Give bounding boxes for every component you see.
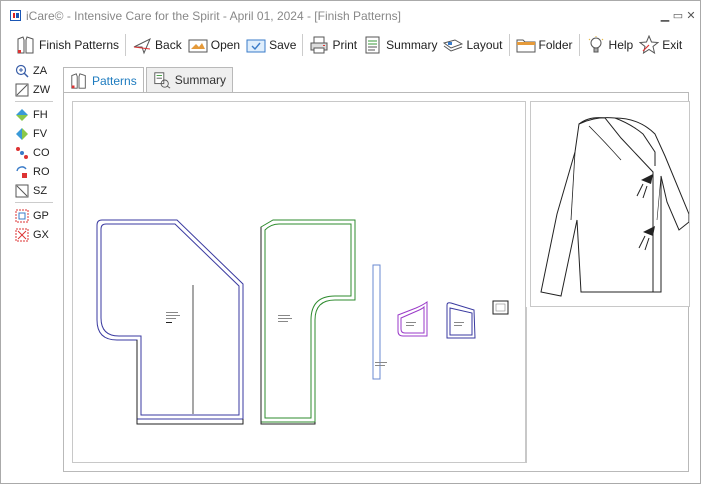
toolbar-separator (508, 34, 510, 56)
tab-label: Summary (174, 73, 227, 87)
summary-button[interactable]: Summary (360, 32, 440, 58)
summary-tab-icon (154, 72, 171, 89)
tab-patterns[interactable]: Patterns (63, 67, 144, 93)
side-tool-label: RO (33, 165, 50, 178)
ungroup-button[interactable]: GX (15, 225, 55, 244)
side-tool-label: ZA (33, 64, 48, 77)
pocket-pattern-piece-b[interactable] (446, 302, 476, 339)
exit-icon (639, 35, 660, 55)
rotate-button[interactable]: RO (15, 162, 55, 181)
toolbar-separator (302, 34, 304, 56)
window-title: iCare© - Intensive Care for the Spirit -… (26, 9, 401, 23)
layout-icon (443, 39, 464, 52)
help-button[interactable]: Help (583, 32, 637, 58)
side-tool-label: FH (33, 108, 48, 121)
group-icon (15, 209, 29, 222)
panel-divider (526, 307, 527, 463)
side-tool-label: CO (33, 146, 50, 159)
toolbar-label: Print (332, 38, 358, 52)
pocket-pattern-piece-a[interactable] (397, 301, 428, 337)
open-button[interactable]: Open (185, 32, 243, 58)
copy-icon (16, 146, 28, 159)
minimize-button[interactable]: ▁ (659, 9, 671, 22)
pattern-canvas[interactable] (72, 101, 526, 463)
title-bar: iCare© - Intensive Care for the Spirit -… (1, 1, 700, 31)
folder-button[interactable]: Folder (513, 32, 576, 58)
layout-button[interactable]: Layout (440, 32, 505, 58)
tab-summary[interactable]: Summary (145, 67, 234, 92)
toolbar-label: Layout (466, 38, 503, 52)
side-separator (15, 202, 53, 203)
open-icon (188, 39, 208, 53)
back-pattern-piece[interactable] (96, 219, 244, 425)
size-button[interactable]: SZ (15, 181, 55, 200)
close-button[interactable]: ✕ (685, 9, 697, 22)
toolbar-label: Open (210, 38, 241, 52)
toolbar-label: Save (269, 38, 297, 52)
pattern-pieces (96, 219, 509, 425)
toolbar-label: Exit (662, 38, 683, 52)
summary-icon (365, 36, 380, 54)
jacket-sketch (540, 117, 690, 297)
side-tool-label: ZW (33, 83, 51, 96)
group-button[interactable]: GP (15, 206, 55, 225)
toolbar-label: Summary (386, 38, 438, 52)
save-icon (246, 39, 266, 53)
patterns-tab-icon (71, 72, 86, 89)
finish-patterns-icon (17, 36, 34, 54)
print-button[interactable]: Print (306, 32, 360, 58)
finish-patterns-button[interactable]: Finish Patterns (13, 32, 122, 58)
size-icon (15, 184, 29, 197)
front-pattern-piece[interactable] (260, 219, 356, 425)
zoom-all-icon (15, 64, 29, 78)
save-button[interactable]: Save (243, 32, 299, 58)
maximize-button[interactable]: ▭ (672, 9, 684, 22)
app-logo-icon (10, 10, 21, 21)
back-button[interactable]: Back (129, 32, 185, 58)
app-window: iCare© - Intensive Care for the Spirit -… (0, 0, 701, 484)
garment-preview (530, 101, 690, 307)
patterns-panel (63, 92, 690, 472)
copy-button[interactable]: CO (15, 143, 55, 162)
zoom-all-button[interactable]: ZA (15, 61, 55, 80)
main-toolbar: Finish Patterns Back Open Save Print Sum… (13, 32, 693, 58)
zoom-window-icon (15, 83, 29, 96)
exit-button[interactable]: Exit (636, 32, 685, 58)
toolbar-separator (125, 34, 127, 56)
toolbar-label: Back (155, 38, 182, 52)
zoom-window-button[interactable]: ZW (15, 80, 55, 99)
small-pattern-piece[interactable] (492, 300, 509, 315)
help-icon (588, 36, 603, 53)
toolbar-label: Finish Patterns (39, 38, 120, 52)
toolbar-separator (578, 34, 580, 56)
flip-horizontal-button[interactable]: FH (15, 105, 55, 124)
print-icon (310, 36, 328, 54)
folder-icon (516, 39, 536, 53)
band-pattern-piece[interactable] (372, 264, 387, 380)
view-tabs: Patterns Summary (63, 67, 235, 93)
flip-vertical-button[interactable]: FV (15, 124, 55, 143)
flip-horizontal-icon (16, 108, 28, 121)
side-toolbar: ZA ZW FH FV CO RO SZ GP GX (15, 61, 55, 244)
ungroup-icon (15, 228, 29, 241)
flip-vertical-icon (16, 127, 28, 140)
tab-label: Patterns (92, 73, 137, 88)
side-tool-label: GX (33, 228, 49, 241)
toolbar-label: Help (608, 38, 634, 52)
rotate-icon (16, 165, 27, 178)
side-tool-label: FV (33, 127, 48, 140)
side-separator (15, 101, 53, 102)
side-tool-label: SZ (33, 184, 48, 197)
toolbar-label: Folder (538, 38, 573, 52)
back-icon (133, 37, 152, 55)
side-tool-label: GP (33, 209, 49, 222)
